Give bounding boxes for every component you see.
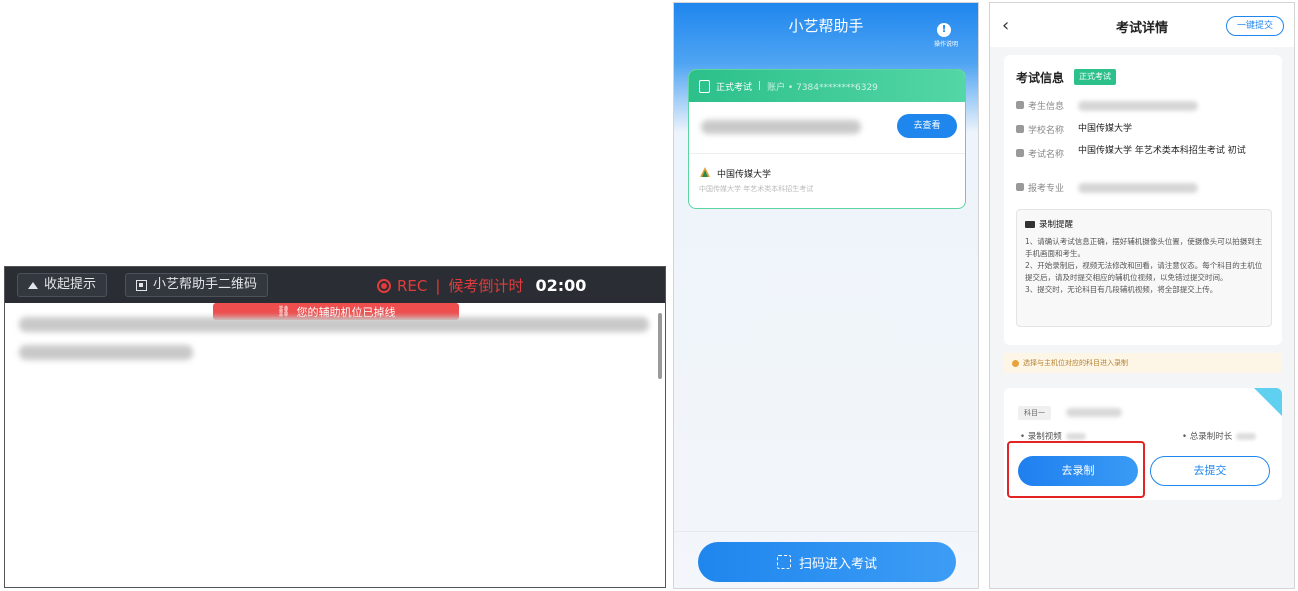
phone-home-screen: 小艺帮助手 ! 操作说明 正式考试 | 账户 • 7384********632… [673, 2, 979, 589]
collapse-tips-label: 收起提示 [44, 277, 97, 292]
countdown-timer: 02:00 [535, 276, 587, 295]
record-icon [377, 278, 391, 293]
field-value-exam: 中国传媒大学 年艺术类本科招生考试 初试 [1078, 146, 1246, 156]
desktop-exam-window: 收起提示 小艺帮助手二维码 REC | 候考倒计时 02:00 ⛓ 您的辅助机位… [4, 266, 666, 588]
duration-label: • 总录制时长 [1182, 432, 1233, 442]
collapse-tips-button[interactable]: 收起提示 [17, 273, 108, 297]
blurred-value [1236, 433, 1257, 440]
detail-header: ‹ 考试详情 一键提交 [990, 3, 1294, 47]
info-label-exam: 考试名称 [1016, 147, 1064, 160]
tips-title: 录制提醒 [1025, 218, 1263, 230]
help-icon[interactable]: ! [937, 23, 951, 37]
list-icon [1016, 183, 1024, 191]
field-value-blurred [1078, 101, 1198, 111]
info-label-major: 报考专业 [1016, 181, 1064, 194]
go-view-button[interactable]: 去查看 [897, 114, 957, 138]
countdown-label: 候考倒计时 [448, 277, 524, 295]
app-title: 小艺帮助手 [788, 17, 864, 35]
exam-card: 正式考试 | 账户 • 7384********6329 去查看 中国传媒大学 … [688, 69, 966, 209]
info-label-candidate: 考生信息 [1016, 99, 1064, 112]
info-label-school: 学校名称 [1016, 123, 1064, 136]
help-label[interactable]: 操作说明 [934, 39, 958, 48]
recording-tips: 录制提醒 1、请确认考试信息正确，摆好辅机摄像头位置，使摄像头可以拍摄到主手机画… [1016, 209, 1272, 327]
total-duration: • 总录制时长 [1182, 430, 1257, 442]
status-badge: 正式考试 [1074, 69, 1116, 85]
tips-body: 1、请确认考试信息正确，摆好辅机摄像头位置，使摄像头可以拍摄到主手机画面和考生。… [1025, 236, 1263, 296]
notice-banner: 选择与主机位对应的科目进入录制 [1004, 353, 1282, 373]
exam-row: 去查看 [689, 104, 965, 154]
rec-label: REC [397, 276, 428, 295]
field-label: 学校名称 [1028, 126, 1065, 136]
scrollbar[interactable] [658, 313, 662, 379]
blurred-value [1065, 433, 1086, 440]
scan-enter-exam-button[interactable]: 扫码进入考试 [698, 542, 956, 582]
highlight-box [1007, 441, 1145, 498]
submit-all-button[interactable]: 一键提交 [1225, 16, 1284, 36]
rec-status: REC | 候考倒计时 02:00 [377, 275, 586, 296]
blurred-subject-name [1066, 408, 1122, 417]
notice-text: 选择与主机位对应的科目进入录制 [1023, 359, 1128, 367]
blurred-tip-line [19, 345, 193, 360]
go-submit-button[interactable]: 去提交 [1150, 456, 1270, 486]
field-value-school: 中国传媒大学 [1078, 124, 1133, 134]
qr-code-icon [136, 279, 147, 291]
university-logo-icon [700, 167, 710, 177]
blurred-tip-line [19, 317, 649, 332]
document-icon [1016, 149, 1024, 157]
scan-label: 扫码进入考试 [798, 556, 877, 572]
user-icon [1016, 101, 1024, 109]
triangle-up-icon [28, 281, 38, 289]
corner-tag [1254, 388, 1282, 416]
university-name: 中国传媒大学 [717, 170, 772, 180]
divider: | [758, 81, 762, 91]
divider [674, 531, 978, 532]
exam-card-header: 正式考试 | 账户 • 7384********6329 [689, 70, 965, 102]
qr-code-button[interactable]: 小艺帮助手二维码 [125, 273, 269, 297]
exam-info-card: 考试信息 正式考试 考生信息 学校名称 中国传媒大学 考试名称 中国传媒大学 年… [1004, 55, 1282, 345]
phone-exam-detail-screen: ‹ 考试详情 一键提交 考试信息 正式考试 考生信息 学校名称 中国传媒大学 考… [989, 2, 1295, 589]
rec-divider: | [435, 276, 441, 295]
university-subtitle: 中国传媒大学 年艺术类本科招生考试 [699, 185, 814, 193]
field-label: 报考专业 [1028, 184, 1065, 194]
field-value-blurred [1078, 183, 1198, 193]
scan-icon [776, 555, 791, 569]
tips-title-text: 录制提醒 [1039, 220, 1074, 230]
field-label: 考试名称 [1028, 150, 1065, 160]
tip-item: 3、提交时，无论科目有几段辅机视频，将全部提交上传。 [1025, 285, 1218, 294]
school-icon [1016, 125, 1024, 133]
field-label: 考生信息 [1028, 102, 1065, 112]
info-title: 考试信息 [1016, 71, 1065, 85]
desktop-toolbar: 收起提示 小艺帮助手二维码 REC | 候考倒计时 02:00 [5, 267, 665, 303]
tip-item: 1、请确认考试信息正确，摆好辅机摄像头位置，使摄像头可以拍摄到主手机画面和考生。 [1025, 237, 1263, 258]
info-icon [1012, 359, 1019, 367]
account-number: 账户 • 7384********6329 [767, 82, 878, 93]
tip-item: 2、开始录制后，视频无法修改和回看，请注意仪态。每个科目的主机位提交后，请及时提… [1025, 261, 1263, 282]
subject-tag: 科目一 [1018, 406, 1051, 420]
blurred-exam-name [701, 120, 861, 134]
qr-code-label: 小艺帮助手二维码 [153, 277, 258, 292]
camera-icon [1025, 220, 1035, 228]
document-icon [699, 79, 710, 93]
exam-type-label: 正式考试 [716, 82, 753, 93]
